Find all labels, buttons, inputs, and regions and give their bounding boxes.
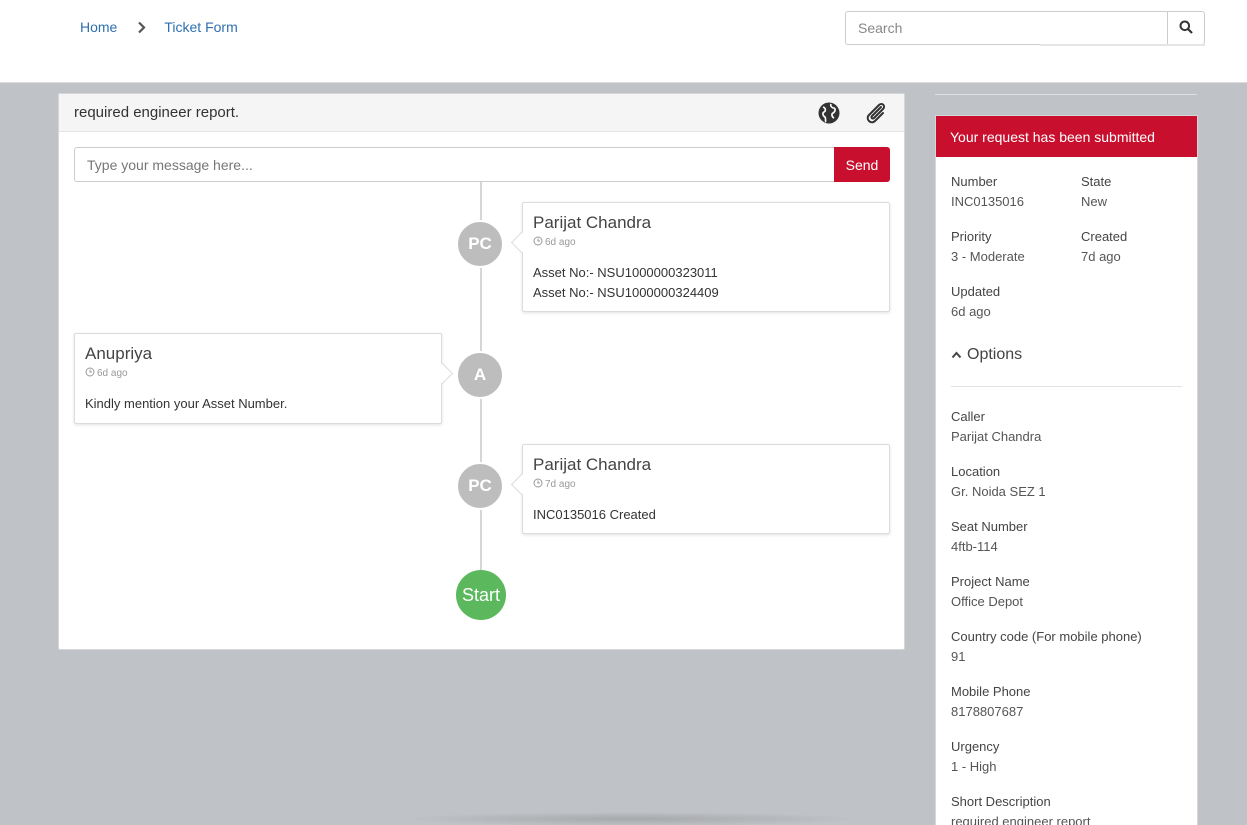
number-field: Number INC0135016 <box>951 174 1024 209</box>
entry-author: Anupriya <box>85 344 153 363</box>
submitted-banner: Your request has been submitted <box>936 116 1197 157</box>
options-divider <box>951 386 1182 387</box>
search-button[interactable] <box>1167 11 1205 45</box>
caller-field: Caller Parijat Chandra <box>951 409 1042 444</box>
timeline-entry: Anupriya 6d ago Kindly mention your Asse… <box>74 333 442 424</box>
mobile-phone-field: Mobile Phone 8178807687 <box>951 684 1031 719</box>
entry-body: INC0135016 Created <box>533 505 879 525</box>
search-dropdown-shadow <box>1040 44 1205 46</box>
clock-icon <box>533 478 545 491</box>
options-toggle[interactable]: Options <box>951 346 1022 364</box>
paperclip-icon[interactable] <box>863 100 889 126</box>
side-divider <box>935 94 1197 95</box>
entry-body-line: INC0135016 Created <box>533 507 656 522</box>
avatar: PC <box>456 220 504 268</box>
entry-time-text: 6d ago <box>97 368 128 379</box>
globe-icon[interactable] <box>816 100 842 126</box>
entry-body: Kindly mention your Asset Number. <box>85 394 431 414</box>
bottom-shadow <box>400 812 860 825</box>
breadcrumb: Home Ticket Form <box>80 19 238 35</box>
send-button[interactable]: Send <box>834 147 890 182</box>
created-field: Created 7d ago <box>1081 229 1128 264</box>
country-code-field: Country code (For mobile phone) 91 <box>951 629 1142 664</box>
priority-field: Priority 3 - Moderate <box>951 229 1025 264</box>
short-description-field: Short Description required engineer repo… <box>951 794 1091 825</box>
breadcrumb-home-link[interactable]: Home <box>80 19 117 35</box>
chevron-right-icon <box>137 21 146 34</box>
avatar: A <box>456 351 504 399</box>
timeline-entry: Parijat Chandra 7d ago INC0135016 Create… <box>522 444 890 534</box>
ticket-title: required engineer report. <box>74 104 240 121</box>
timeline-entry: Parijat Chandra 6d ago Asset No:- NSU100… <box>522 202 890 312</box>
seat-number-field: Seat Number 4ftb-114 <box>951 519 1028 554</box>
search-input[interactable] <box>845 11 1167 45</box>
updated-field: Updated 6d ago <box>951 284 1001 319</box>
project-name-field: Project Name Office Depot <box>951 574 1030 609</box>
message-composer: Send <box>74 147 890 182</box>
search-icon <box>1179 20 1193 37</box>
entry-body-line: Asset No:- NSU1000000323011 <box>533 265 718 280</box>
entry-time: 6d ago <box>533 236 879 249</box>
search-bar <box>845 11 1205 45</box>
chevron-up-icon <box>951 346 967 364</box>
clock-icon <box>85 367 97 380</box>
urgency-field: Urgency 1 - High <box>951 739 1000 774</box>
card-header: required engineer report. <box>59 94 904 132</box>
request-details-panel: Your request has been submitted Number I… <box>935 115 1198 825</box>
message-input[interactable] <box>74 147 834 182</box>
location-field: Location Gr. Noida SEZ 1 <box>951 464 1046 499</box>
entry-time-text: 7d ago <box>545 479 576 490</box>
entry-body-line: Kindly mention your Asset Number. <box>85 396 288 411</box>
entry-time: 6d ago <box>85 367 431 380</box>
ticket-activity-card: required engineer report. Send PC Parija… <box>58 93 905 650</box>
breadcrumb-ticket-form-link[interactable]: Ticket Form <box>164 19 237 35</box>
entry-author: Parijat Chandra <box>533 213 652 232</box>
clock-icon <box>533 236 545 249</box>
entry-author: Parijat Chandra <box>533 455 652 474</box>
entry-body: Asset No:- NSU1000000323011 Asset No:- N… <box>533 263 879 303</box>
top-header: Home Ticket Form <box>0 0 1247 83</box>
state-field: State New <box>1081 174 1112 209</box>
entry-time: 7d ago <box>533 478 879 491</box>
timeline-start-node: Start <box>456 570 506 620</box>
entry-body-line: Asset No:- NSU1000000324409 <box>533 285 719 300</box>
avatar: PC <box>456 462 504 510</box>
options-label: Options <box>967 346 1023 363</box>
entry-time-text: 6d ago <box>545 237 576 248</box>
